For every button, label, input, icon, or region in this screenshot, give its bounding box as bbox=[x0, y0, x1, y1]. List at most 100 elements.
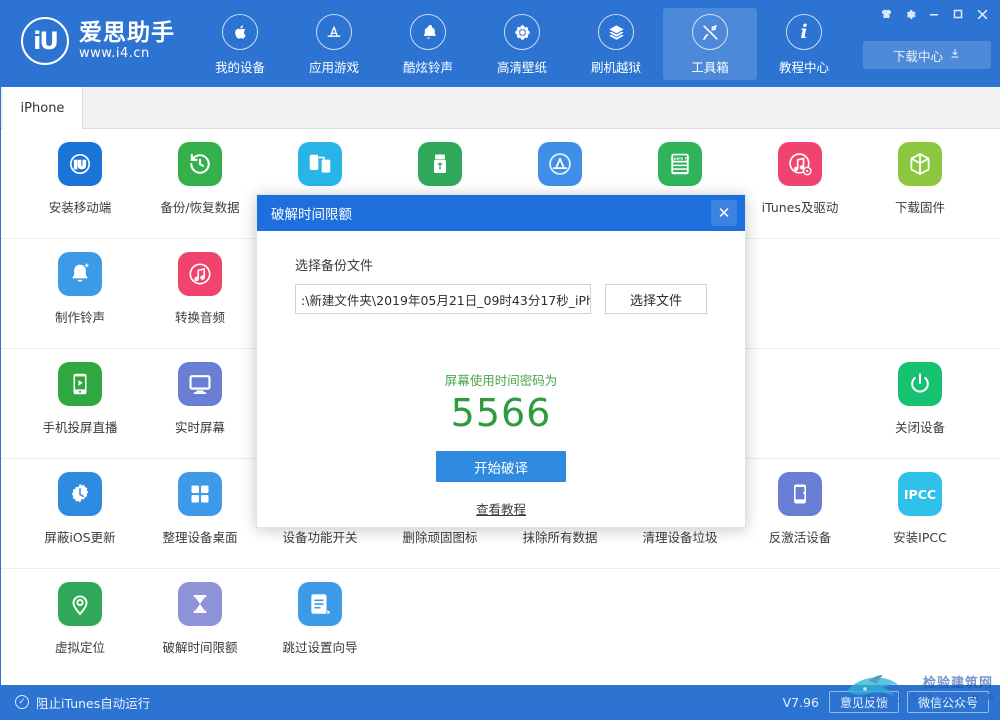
tools-icon bbox=[692, 14, 728, 50]
tool-realtime-screen[interactable]: 实时屏幕 bbox=[140, 349, 260, 458]
status-right-group: V7.96 意见反馈 微信公众号 bbox=[783, 691, 989, 713]
skin-icon[interactable] bbox=[875, 4, 897, 24]
tool-power-off-device[interactable]: 关闭设备 bbox=[860, 349, 980, 458]
i4-logo-icon: iU bbox=[21, 17, 69, 65]
tab-label: iPhone bbox=[20, 100, 65, 116]
backup-path-input[interactable]: :\新建文件夹\2019年05月21日_09时43分17秒_iPhone bbox=[295, 284, 591, 314]
skip-setup-icon bbox=[298, 582, 342, 626]
appstore-icon bbox=[316, 14, 352, 50]
tool-label: 制作铃声 bbox=[54, 310, 105, 325]
choose-file-button[interactable]: 选择文件 bbox=[605, 284, 707, 314]
nav-label: 刷机越狱 bbox=[590, 60, 641, 75]
tool-virtual-location[interactable]: 虚拟定位 bbox=[20, 569, 140, 679]
info-icon: i bbox=[786, 14, 822, 50]
tool-label: 清理设备垃圾 bbox=[642, 530, 718, 545]
tool-itunes-drivers[interactable]: iTunes及驱动 bbox=[740, 129, 860, 238]
maximize-icon[interactable] bbox=[947, 4, 969, 24]
tool-install-ipcc[interactable]: IPCC 安装IPCC bbox=[860, 459, 980, 568]
nav-item-toolbox[interactable]: 工具箱 bbox=[663, 8, 757, 80]
tool-label: 备份/恢复数据 bbox=[160, 200, 240, 215]
tool-make-ringtone[interactable]: 制作铃声 bbox=[20, 239, 140, 348]
device-tabstrip: iPhone bbox=[1, 87, 1000, 129]
svg-text:iU: iU bbox=[74, 158, 87, 171]
grid-spacer bbox=[740, 349, 860, 458]
brand-text: 爱思助手 www.i4.cn bbox=[79, 21, 175, 61]
wechat-button[interactable]: 微信公众号 bbox=[906, 691, 989, 713]
nav-label: 应用游戏 bbox=[308, 60, 359, 75]
nav-item-my-device[interactable]: 我的设备 bbox=[193, 8, 287, 80]
tool-label: 删除顽固图标 bbox=[402, 530, 478, 545]
bell-plus-icon bbox=[58, 252, 102, 296]
phone-cast-icon bbox=[58, 362, 102, 406]
dialog-body: 选择备份文件 :\新建文件夹\2019年05月21日_09时43分17秒_iPh… bbox=[257, 231, 745, 518]
tool-label: 整理设备桌面 bbox=[162, 530, 238, 545]
tool-block-ios-update[interactable]: 屏蔽iOS更新 bbox=[20, 459, 140, 568]
feedback-button[interactable]: 意见反馈 bbox=[828, 691, 899, 713]
music-note-icon bbox=[178, 252, 222, 296]
close-icon[interactable]: ✕ bbox=[711, 200, 737, 226]
device-transfer-icon bbox=[298, 142, 342, 186]
close-icon[interactable] bbox=[971, 4, 993, 24]
itunes-gear-icon bbox=[778, 142, 822, 186]
appleid-card-icon: Apple ID bbox=[658, 142, 702, 186]
tool-convert-audio[interactable]: 转换音频 bbox=[140, 239, 260, 348]
cube-icon bbox=[898, 142, 942, 186]
download-center-button[interactable]: 下载中心 bbox=[863, 41, 991, 69]
dialog-titlebar: 破解时间限额 ✕ bbox=[257, 195, 745, 231]
tool-label: 转换音频 bbox=[174, 310, 225, 325]
result-label: 屏幕使用时间密码为 bbox=[444, 373, 558, 388]
nav-item-apps-games[interactable]: 应用游戏 bbox=[287, 8, 381, 80]
svg-text:IPCC: IPCC bbox=[904, 487, 936, 502]
tool-label: 虚拟定位 bbox=[54, 640, 105, 655]
tab-iphone[interactable]: iPhone bbox=[3, 87, 83, 129]
block-itunes-toggle[interactable]: ✓ 阻止iTunes自动运行 bbox=[15, 693, 150, 712]
minimize-icon[interactable] bbox=[923, 4, 945, 24]
tool-label: 实时屏幕 bbox=[174, 420, 225, 435]
tool-backup-restore[interactable]: 备份/恢复数据 bbox=[140, 129, 260, 238]
window-controls bbox=[875, 4, 993, 24]
nav-item-flash-jailbreak[interactable]: 刷机越狱 bbox=[569, 8, 663, 80]
view-tutorial-link[interactable]: 查看教程 bbox=[295, 499, 707, 518]
tool-label: 屏蔽iOS更新 bbox=[44, 530, 116, 545]
toolbox-row: 虚拟定位 破解时间限额 跳过设置向导 bbox=[1, 569, 1000, 679]
nav-item-tutorials[interactable]: i 教程中心 bbox=[757, 8, 851, 80]
nav-item-wallpaper[interactable]: 高清壁纸 bbox=[475, 8, 569, 80]
dialog-title: 破解时间限额 bbox=[271, 207, 352, 223]
version-label: V7.96 bbox=[782, 694, 819, 710]
main-navigation: 我的设备 应用游戏 酷炫铃声 高清壁纸 刷机越狱 工具箱 i 教程中心 bbox=[193, 8, 851, 80]
result-block: 屏幕使用时间密码为 5566 bbox=[295, 370, 707, 435]
power-icon bbox=[898, 362, 942, 406]
tool-install-mobile[interactable]: iU 安装移动端 bbox=[20, 129, 140, 238]
status-bar: ✓ 阻止iTunes自动运行 V7.96 意见反馈 微信公众号 检验建筑网 x … bbox=[1, 675, 1000, 719]
app-window: iU 爱思助手 www.i4.cn 我的设备 应用游戏 酷炫铃声 高清壁纸 刷机… bbox=[0, 0, 1000, 720]
tool-deactivate-device[interactable]: 反激活设备 bbox=[740, 459, 860, 568]
shield-update-icon bbox=[58, 472, 102, 516]
appstore-box-icon bbox=[538, 142, 582, 186]
brand-logo[interactable]: iU 爱思助手 www.i4.cn bbox=[21, 17, 175, 65]
tool-download-firmware[interactable]: 下载固件 bbox=[860, 129, 980, 238]
tool-label: 下载固件 bbox=[894, 200, 945, 215]
tool-label: 设备功能开关 bbox=[282, 530, 358, 545]
tool-arrange-desktop[interactable]: 整理设备桌面 bbox=[140, 459, 260, 568]
start-crack-button[interactable]: 开始破译 bbox=[436, 451, 566, 482]
backup-file-row: :\新建文件夹\2019年05月21日_09时43分17秒_iPhone 选择文… bbox=[295, 284, 707, 314]
tool-screen-cast[interactable]: 手机投屏直播 bbox=[20, 349, 140, 458]
i4-app-icon: iU bbox=[58, 142, 102, 186]
brand-name: 爱思助手 bbox=[79, 20, 175, 47]
nav-item-ringtones[interactable]: 酷炫铃声 bbox=[381, 8, 475, 80]
tool-crack-time-limit[interactable]: 破解时间限额 bbox=[140, 569, 260, 679]
flower-icon bbox=[504, 14, 540, 50]
deactivate-icon bbox=[778, 472, 822, 516]
tool-skip-setup-wizard[interactable]: 跳过设置向导 bbox=[260, 569, 380, 679]
app-header: iU 爱思助手 www.i4.cn 我的设备 应用游戏 酷炫铃声 高清壁纸 刷机… bbox=[1, 1, 1000, 87]
tool-label: 破解时间限额 bbox=[162, 640, 238, 655]
apple-icon bbox=[222, 14, 258, 50]
gear-icon[interactable] bbox=[899, 4, 921, 24]
ipcc-icon: IPCC bbox=[898, 472, 942, 516]
svg-text:Apple ID: Apple ID bbox=[671, 156, 690, 161]
check-icon: ✓ bbox=[15, 695, 29, 709]
download-arrow-icon bbox=[949, 48, 961, 63]
tool-label: 安装移动端 bbox=[48, 200, 112, 215]
tool-label: 安装IPCC bbox=[893, 530, 947, 545]
nav-label: 酷炫铃声 bbox=[402, 60, 453, 75]
